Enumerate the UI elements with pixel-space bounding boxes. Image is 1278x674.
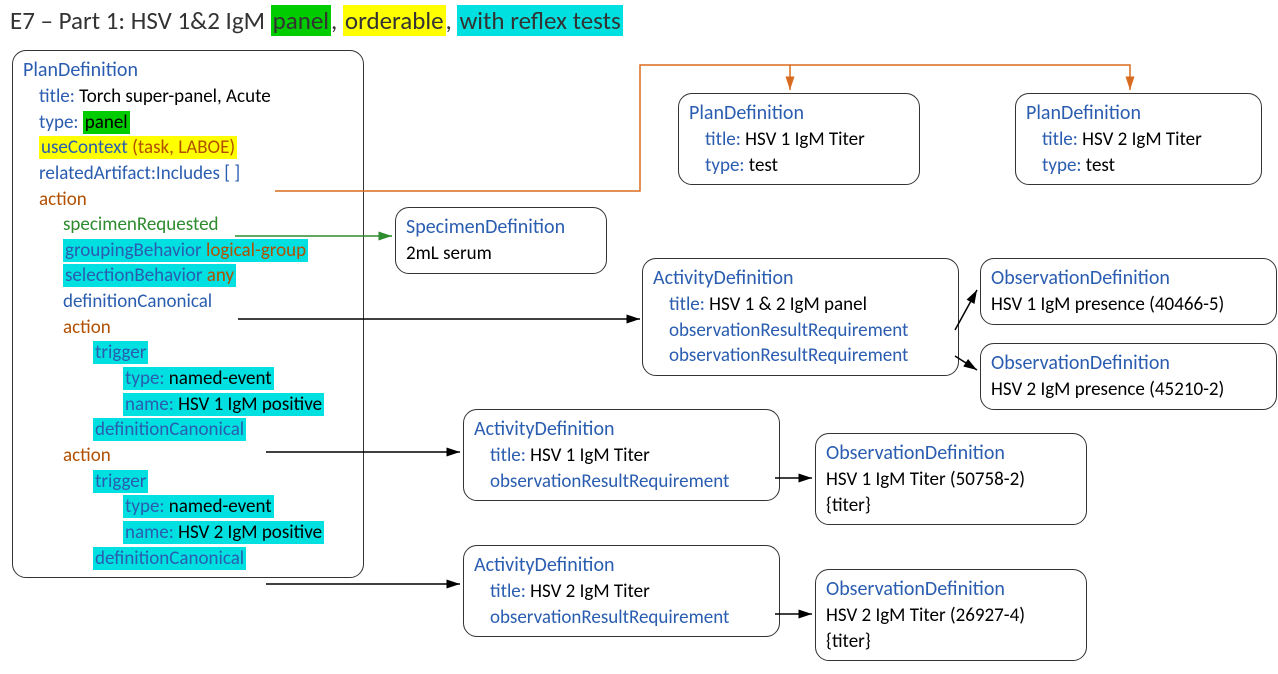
obsdef-hsv2-presence-box: ObservationDefinition HSV 2 IgM presence… xyxy=(980,343,1277,410)
usecontext-tag: useContext (task, LABOE) xyxy=(39,136,237,159)
trigger-1: trigger xyxy=(93,341,148,364)
specimen-definition-box: SpecimenDefinition 2mL serum xyxy=(395,207,607,274)
def-canonical-1: definitionCanonical xyxy=(63,290,212,313)
main-plandefinition-box: PlanDefinition title: Torch super-panel,… xyxy=(12,50,364,578)
related-artifact: relatedArtifact:Includes [ ] xyxy=(39,162,240,185)
orr-ad2: observationResultRequirement xyxy=(474,469,769,495)
specimen-requested: specimenRequested xyxy=(63,213,219,236)
orr-ad3: observationResultRequirement xyxy=(474,605,769,631)
obsdef-hsv1-titer-box: ObservationDefinition HSV 1 IgM Titer (5… xyxy=(815,433,1087,525)
obsdef-hsv1-presence-box: ObservationDefinition HSV 1 IgM presence… xyxy=(980,258,1277,325)
title-tag-reflex: with reflex tests xyxy=(457,5,622,36)
title-tag-panel: panel xyxy=(271,5,331,36)
page-title: E7 – Part 1: HSV 1&2 IgM panel, orderabl… xyxy=(10,5,623,36)
grouping-behavior: groupingBehavior logical-group xyxy=(63,239,308,262)
obsdef-hsv2-titer-box: ObservationDefinition HSV 2 IgM Titer (2… xyxy=(815,569,1087,661)
activitydef-hsv1titer-box: ActivityDefinition title: HSV 1 IgM Tite… xyxy=(463,409,780,501)
plandef-hsv2-box: PlanDefinition title: HSV 2 IgM Titer ty… xyxy=(1015,93,1262,185)
title-tag-orderable: orderable xyxy=(343,5,446,36)
def-canonical-3: definitionCanonical xyxy=(93,547,246,570)
plandef-hsv1-box: PlanDefinition title: HSV 1 IgM Titer ty… xyxy=(678,93,920,185)
activitydef-panel-box: ActivityDefinition title: HSV 1 & 2 IgM … xyxy=(642,258,959,376)
selection-behavior: selectionBehavior any xyxy=(63,264,236,287)
def-canonical-2: definitionCanonical xyxy=(93,418,246,441)
orr-ad1-a: observationResultRequirement xyxy=(653,318,948,344)
orr-ad1-b: observationResultRequirement xyxy=(653,343,948,369)
plandef-heading: PlanDefinition xyxy=(23,57,353,84)
trigger-2: trigger xyxy=(93,470,148,493)
type-panel-tag: panel xyxy=(83,111,130,134)
activitydef-hsv2titer-box: ActivityDefinition title: HSV 2 IgM Tite… xyxy=(463,545,780,637)
title-prefix: E7 – Part 1: HSV 1&2 IgM xyxy=(10,5,271,36)
arrow-related-pd2 xyxy=(790,65,1130,90)
